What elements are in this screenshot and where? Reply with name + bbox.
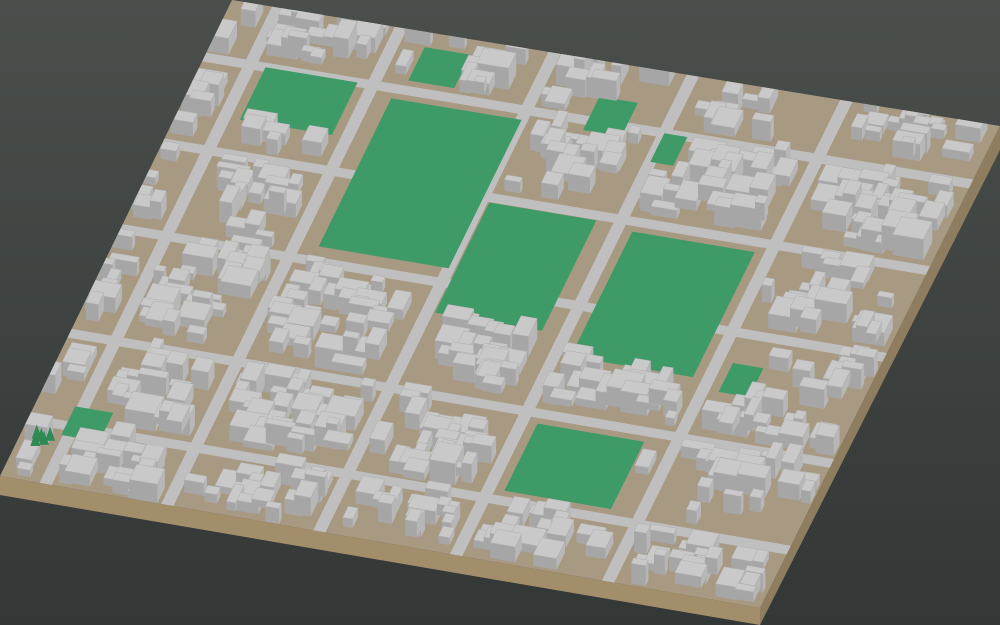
building-wall [404, 20, 431, 46]
building-wall [634, 531, 647, 555]
building-wall [755, 201, 765, 221]
building-wall [378, 501, 392, 525]
building-wall [323, 293, 336, 311]
building-roof [448, 24, 468, 33]
building-roof [863, 86, 880, 95]
building-wall [365, 342, 379, 361]
building-wall [628, 132, 638, 145]
building-wall [404, 412, 420, 431]
building-wall [815, 434, 834, 457]
building-wall [333, 36, 349, 59]
building-roof [336, 0, 363, 13]
city-model-viewport[interactable] [0, 0, 1000, 625]
building-wall [294, 494, 311, 517]
building-wall [631, 563, 646, 586]
building-wall [241, 126, 261, 147]
building-wall [308, 289, 321, 306]
building-wall [697, 485, 710, 504]
building-wall [757, 97, 770, 114]
building-wall [749, 496, 761, 513]
building-roof [610, 48, 630, 67]
building-wall [266, 138, 278, 156]
building-roof [404, 14, 434, 25]
city-model-canvas [0, 0, 1000, 625]
building-wall [448, 29, 465, 50]
building-wall [85, 302, 99, 322]
building-wall [286, 437, 303, 455]
building-wall [901, 141, 914, 158]
building-roof [293, 0, 319, 10]
building-wall [41, 373, 56, 394]
building-wall [265, 506, 279, 524]
building-wall [851, 126, 862, 141]
building-wall [595, 390, 607, 406]
building-wall [856, 325, 868, 344]
building-wall [474, 81, 484, 94]
building-wall [744, 413, 754, 432]
building-wall [752, 118, 771, 142]
building-wall [761, 284, 772, 304]
building-wall [723, 493, 741, 515]
building-wall [162, 320, 175, 337]
building-roof [573, 42, 593, 61]
building-wall [461, 462, 472, 484]
building-wall [863, 92, 877, 114]
building-wall [268, 190, 284, 214]
building-wall [149, 200, 162, 220]
building-wall [800, 489, 811, 504]
building-wall [654, 554, 665, 576]
building-roof [567, 37, 606, 59]
building-wall [686, 509, 697, 525]
building-roof [638, 48, 676, 68]
building-wall [356, 43, 367, 60]
building-wall [405, 519, 417, 538]
building-wall [190, 369, 209, 391]
building-wall [240, 8, 256, 28]
